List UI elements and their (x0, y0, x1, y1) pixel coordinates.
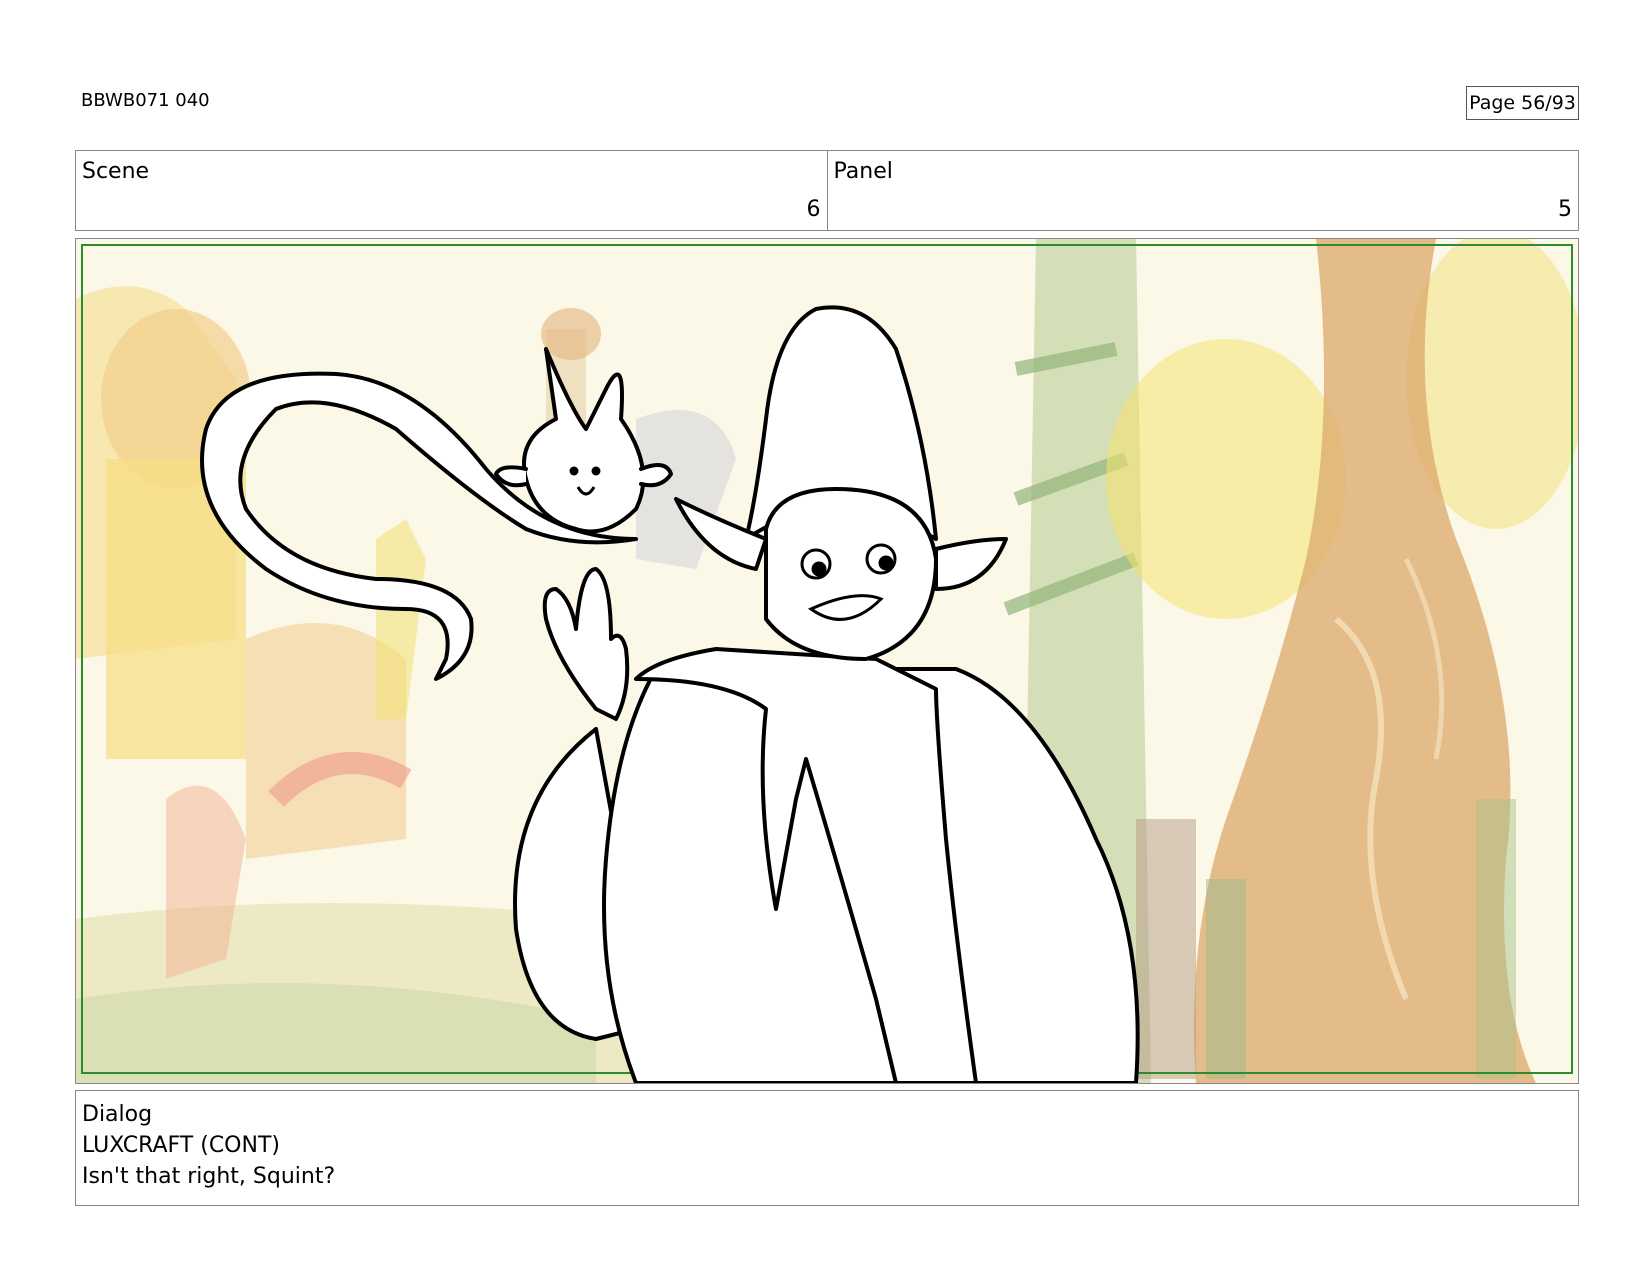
scene-panel-row: Scene 6 Panel 5 (75, 150, 1579, 231)
storyboard-drawing (76, 239, 1578, 1083)
dialog-box: Dialog LUXCRAFT (CONT) Isn't that right,… (75, 1090, 1579, 1206)
panel-label: Panel (833, 159, 893, 184)
scene-cell: Scene 6 (76, 151, 827, 230)
panel-cell: Panel 5 (826, 151, 1579, 230)
dialog-line: Isn't that right, Squint? (82, 1164, 336, 1189)
scene-label: Scene (82, 159, 150, 184)
storyboard-panel (75, 238, 1579, 1084)
dialog-label: Dialog (82, 1102, 153, 1127)
panel-number: 5 (1558, 197, 1572, 222)
dialog-character: LUXCRAFT (CONT) (82, 1133, 280, 1158)
document-id: BBWB071 040 (81, 90, 210, 111)
scene-number: 6 (806, 197, 821, 222)
page-number: Page 56/93 (1466, 86, 1579, 120)
